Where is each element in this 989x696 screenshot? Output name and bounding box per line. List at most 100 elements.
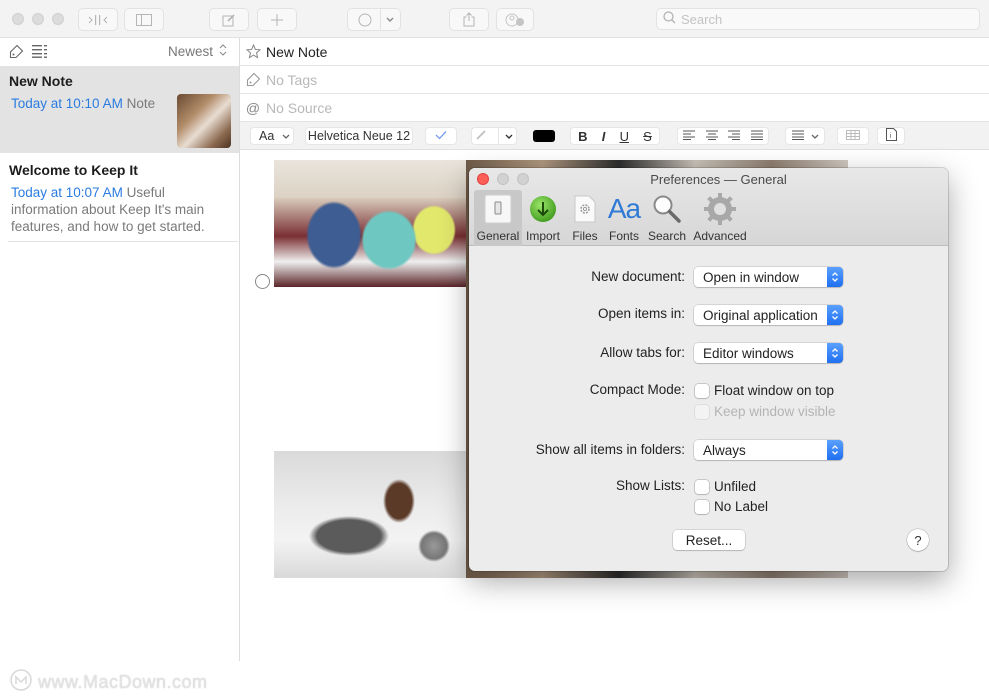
insert-table-button[interactable] [837, 127, 869, 145]
align-left-icon[interactable] [683, 129, 696, 143]
align-right-icon[interactable] [728, 129, 741, 143]
keep-visible-label: Keep window visible [714, 404, 836, 419]
italic-button[interactable]: I [602, 129, 606, 144]
sort-menu[interactable]: Newest [168, 44, 227, 59]
allow-tabs-popup[interactable]: Editor windows [694, 343, 843, 363]
dialog-title: Preferences — General [650, 172, 787, 187]
new-document-popup[interactable]: Open in window [694, 267, 843, 287]
no-label-checkbox[interactable]: No Label [695, 499, 768, 514]
checkbox-box[interactable] [695, 499, 709, 514]
bullet-list-icon [791, 129, 804, 143]
note-snippet: Today at 10:10 AM Note [11, 95, 171, 112]
show-lists-label: Show Lists: [615, 478, 685, 493]
chevron-down-icon[interactable] [811, 129, 819, 143]
tag-icon [240, 72, 266, 87]
chevron-down-icon[interactable] [386, 17, 394, 23]
list-view-icon[interactable] [32, 45, 47, 63]
main-window: Newest New Note Today at 10:10 AM Note W… [0, 0, 989, 692]
tab-label: General [476, 229, 520, 243]
align-center-icon[interactable] [705, 129, 718, 143]
star-icon[interactable] [240, 44, 266, 59]
tags-row [240, 66, 989, 94]
highlight-button[interactable] [471, 127, 517, 145]
bold-button[interactable]: B [578, 129, 587, 144]
note-list-item[interactable]: New Note Today at 10:10 AM Note [0, 66, 239, 153]
zoom-window-button[interactable] [52, 13, 64, 25]
divider [380, 9, 381, 30]
show-all-items-label: Show all items in folders: [535, 442, 685, 457]
tag-icon[interactable] [9, 44, 24, 64]
svg-text:i: i [889, 133, 891, 140]
tab-import[interactable]: Import [524, 190, 562, 246]
import-arrow-icon [529, 190, 557, 228]
todo-checkbox[interactable] [255, 274, 270, 289]
source-row: @ [240, 94, 989, 122]
magnifier-icon [652, 190, 682, 228]
note-info-button[interactable]: i [877, 127, 905, 145]
note-title-input[interactable] [266, 43, 866, 60]
collaborate-button[interactable] [496, 8, 534, 31]
allow-tabs-value: Editor windows [703, 345, 794, 361]
up-down-chevron-icon [827, 305, 843, 325]
person-add-icon [505, 13, 525, 27]
split-view-button[interactable] [78, 8, 118, 31]
checkbox-format-button[interactable] [425, 127, 457, 145]
tab-fonts[interactable]: Aa Fonts [606, 190, 642, 246]
show-all-items-popup[interactable]: Always [694, 440, 843, 460]
open-items-popup[interactable]: Original application [694, 305, 843, 325]
checkbox-box[interactable] [695, 383, 709, 398]
tab-files[interactable]: Files [567, 190, 603, 246]
new-document-value: Open in window [703, 269, 800, 285]
close-window-button[interactable] [12, 13, 24, 25]
note-snippet: Today at 10:07 AM Useful information abo… [11, 184, 231, 235]
underline-button[interactable]: U [620, 129, 629, 144]
open-items-value: Original application [703, 307, 818, 323]
up-down-chevron-icon [219, 44, 227, 59]
unfiled-checkbox[interactable]: Unfiled [695, 479, 756, 494]
search-icon [663, 11, 676, 27]
general-switch-icon [484, 190, 512, 228]
tab-label: Advanced [693, 229, 747, 243]
sort-label: Newest [167, 44, 213, 59]
minimize-window-button[interactable] [32, 13, 44, 25]
strikethrough-button[interactable]: S [643, 129, 652, 144]
font-label: Helvetica Neue 12 [307, 129, 411, 143]
unfiled-label: Unfiled [714, 479, 757, 494]
source-input[interactable] [266, 99, 866, 116]
tab-general[interactable]: General [474, 190, 522, 246]
checkbox-box[interactable] [695, 479, 709, 494]
tab-label: Files [572, 229, 598, 243]
watermark: www.MacDown.com [10, 669, 208, 696]
align-justify-icon[interactable] [750, 129, 763, 143]
chevron-down-icon[interactable] [505, 129, 513, 143]
note-title-row [240, 38, 989, 66]
reset-button[interactable]: Reset... [673, 530, 745, 550]
float-window-checkbox[interactable]: Float window on top [695, 383, 834, 398]
search-input[interactable] [681, 11, 961, 27]
up-down-chevron-icon [827, 440, 843, 460]
note-image [274, 451, 466, 578]
help-button[interactable]: ? [907, 529, 929, 551]
note-list-item[interactable]: Welcome to Keep It Today at 10:07 AM Use… [0, 153, 239, 243]
tab-advanced[interactable]: Advanced [691, 190, 749, 246]
add-button[interactable] [257, 8, 297, 31]
compose-button[interactable] [209, 8, 249, 31]
list-format-button[interactable] [785, 127, 825, 145]
watermark-text: www.MacDown.com [38, 672, 208, 692]
search-field[interactable] [656, 8, 980, 30]
text-color-well[interactable] [531, 127, 557, 145]
allow-tabs-label: Allow tabs for: [600, 345, 685, 360]
format-toolbar: Aa Helvetica Neue 12 B I U S i [240, 122, 989, 150]
share-button[interactable] [449, 8, 489, 31]
label-button[interactable] [347, 8, 401, 31]
font-picker-button[interactable]: Helvetica Neue 12 [305, 127, 413, 145]
tab-label: Import [525, 229, 560, 243]
compose-icon [222, 13, 236, 27]
advanced-gear-icon [703, 190, 737, 228]
tab-search[interactable]: Search [646, 190, 688, 246]
text-style-popup[interactable]: Aa [250, 127, 294, 145]
toggle-sidebar-button[interactable] [124, 8, 164, 31]
text-style-label: Aa [259, 129, 275, 143]
tags-input[interactable] [266, 71, 866, 88]
divider [498, 128, 499, 144]
